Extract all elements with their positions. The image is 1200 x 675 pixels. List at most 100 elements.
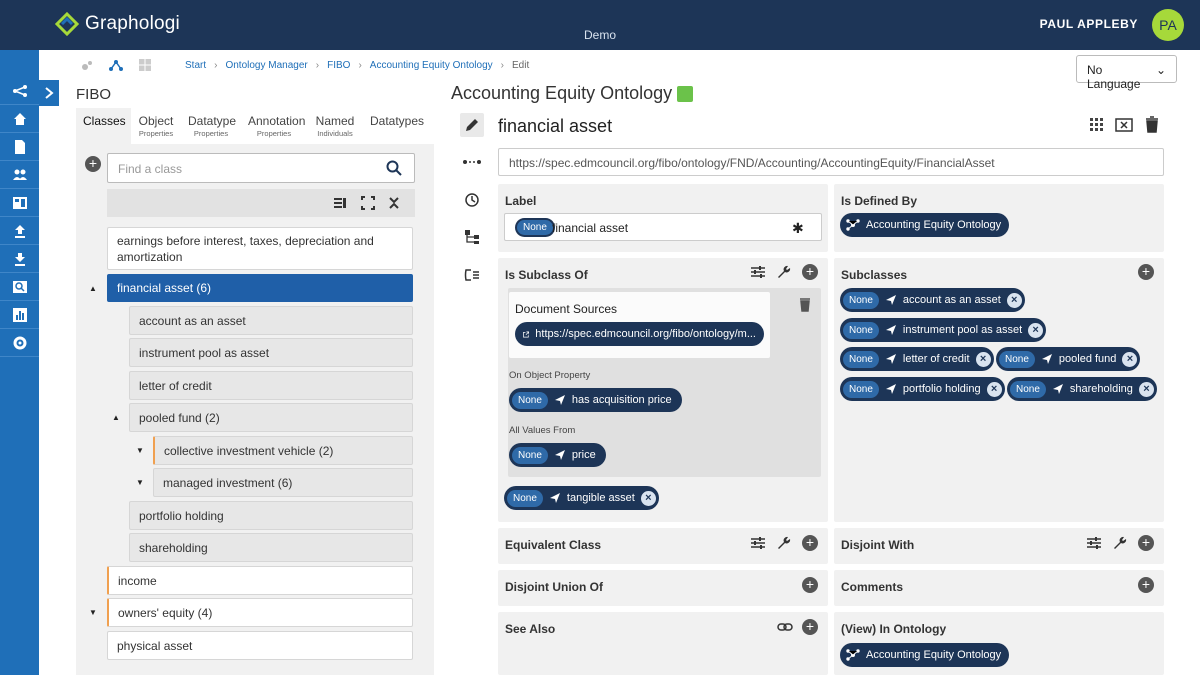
wrench-icon[interactable]	[775, 535, 791, 551]
breadcrumb-accounting-equity-ontology[interactable]: Accounting Equity Ontology	[370, 60, 493, 71]
user-name[interactable]: PAUL APPLEBY	[1040, 17, 1138, 31]
remove-icon[interactable]: ×	[640, 490, 656, 506]
tree-node-selected[interactable]: financial asset (6)	[107, 274, 413, 302]
iri-field[interactable]: https://spec.edmcouncil.org/fibo/ontolog…	[498, 148, 1164, 176]
defined-by-chip[interactable]: Accounting Equity Ontology	[840, 213, 1010, 237]
remove-icon[interactable]: ×	[1028, 322, 1044, 338]
ontology-icon	[846, 649, 860, 661]
list-icon[interactable]	[333, 196, 347, 215]
breadcrumb-start[interactable]: Start	[185, 60, 206, 71]
tree-node[interactable]: letter of credit	[129, 371, 413, 400]
subclass-chip[interactable]: None shareholding ×	[1007, 377, 1157, 401]
delete-icon[interactable]	[797, 296, 813, 312]
tab-classes[interactable]: Classes	[76, 108, 131, 144]
breadcrumb-ontology-manager[interactable]: Ontology Manager	[225, 60, 307, 71]
superclass-chip[interactable]: None tangible asset ×	[504, 486, 659, 510]
add-class-button[interactable]: +	[85, 156, 101, 172]
add-subclass-of-button[interactable]: +	[802, 264, 818, 280]
status-icon[interactable]	[677, 86, 693, 102]
tab-object-properties[interactable]: Object Properties	[131, 108, 181, 144]
tree-node[interactable]: physical asset	[107, 631, 413, 660]
delete-icon[interactable]	[1143, 116, 1161, 134]
doc-source-link[interactable]: https://spec.edmcouncil.org/fibo/ontolog…	[515, 322, 764, 346]
ontology-graph-icon[interactable]	[0, 78, 39, 105]
arrow-icon	[1052, 384, 1063, 394]
avatar[interactable]: PA	[1152, 9, 1184, 41]
close-editor-icon[interactable]	[1115, 116, 1133, 134]
hierarchy-icon[interactable]	[460, 225, 484, 249]
caret-down-icon[interactable]: ▼	[136, 446, 144, 455]
tree-node[interactable]: income	[107, 566, 413, 595]
search-input[interactable]: Find a class	[107, 153, 415, 183]
download-icon[interactable]	[0, 246, 39, 273]
subclass-chip[interactable]: None pooled fund ×	[996, 347, 1141, 371]
edit-icon[interactable]	[460, 113, 484, 137]
tab-datatype-properties[interactable]: Datatype Properties	[181, 108, 241, 144]
tree-node[interactable]: collective investment vehicle (2)	[153, 436, 413, 465]
tree-node[interactable]: account as an asset	[129, 306, 413, 335]
add-subclass-button[interactable]: +	[1138, 264, 1154, 280]
search-icon[interactable]	[386, 160, 402, 176]
connections-icon[interactable]	[460, 150, 484, 174]
filter-icon[interactable]	[750, 535, 766, 551]
property-chip[interactable]: None has acquisition price	[509, 388, 682, 412]
dashboard-icon[interactable]	[0, 190, 39, 217]
subclass-chip[interactable]: None letter of credit ×	[840, 347, 994, 371]
collapse-icon[interactable]	[388, 196, 400, 215]
search-icon[interactable]	[0, 274, 39, 301]
in-ontology-chip[interactable]: Accounting Equity Ontology	[840, 643, 1010, 667]
graph-view-icon[interactable]	[109, 58, 123, 72]
tree-node[interactable]: pooled fund (2)	[129, 403, 413, 432]
remove-icon[interactable]: ×	[986, 381, 1002, 397]
caret-down-icon[interactable]: ▼	[89, 608, 97, 617]
comments-panel: Comments	[834, 570, 1164, 606]
subclass-chip[interactable]: None instrument pool as asset ×	[840, 318, 1047, 342]
upload-icon[interactable]	[0, 218, 39, 245]
subclass-chip[interactable]: None account as an asset ×	[840, 288, 1025, 312]
add-disjoint-button[interactable]: +	[1138, 535, 1154, 551]
link-icon[interactable]	[777, 619, 793, 635]
history-icon[interactable]	[460, 188, 484, 212]
users-icon[interactable]	[0, 162, 39, 189]
tree-node[interactable]: portfolio holding	[129, 501, 413, 530]
document-icon[interactable]	[0, 134, 39, 161]
language-chip[interactable]: None	[515, 218, 555, 237]
wrench-icon[interactable]	[1111, 535, 1127, 551]
remove-icon[interactable]: ×	[975, 351, 991, 367]
filter-icon[interactable]	[750, 264, 766, 280]
tab-named-individuals[interactable]: Named Individuals	[307, 108, 363, 144]
add-disjoint-union-button[interactable]: +	[802, 577, 818, 593]
add-equivalent-button[interactable]: +	[802, 535, 818, 551]
see-also-title: See Also	[505, 622, 556, 636]
home-icon[interactable]	[0, 106, 39, 133]
subclass-chip[interactable]: None portfolio holding ×	[840, 377, 1005, 401]
tree-node[interactable]: shareholding	[129, 533, 413, 562]
tree-node[interactable]: earnings before interest, taxes, depreci…	[107, 227, 413, 270]
breadcrumb-fibo[interactable]: FIBO	[327, 60, 350, 71]
caret-up-icon[interactable]: ▲	[112, 413, 120, 422]
tree-node[interactable]: owners' equity (4)	[107, 598, 413, 627]
language-select[interactable]: No Language ⌄	[1076, 55, 1177, 91]
expand-icon[interactable]	[361, 196, 375, 215]
value-chip[interactable]: None price	[509, 443, 606, 467]
add-see-also-button[interactable]: +	[802, 619, 818, 635]
remove-icon[interactable]: ×	[1122, 351, 1138, 367]
settings-icon[interactable]	[0, 330, 39, 357]
caret-up-icon[interactable]: ▲	[89, 284, 97, 293]
subclass-icon[interactable]	[460, 263, 484, 287]
chart-icon[interactable]	[0, 302, 39, 329]
tree-node[interactable]: managed investment (6)	[153, 468, 413, 497]
tab-annotation-properties[interactable]: Annotation Properties	[241, 108, 307, 144]
bubbles-icon[interactable]	[80, 58, 94, 72]
add-comment-button[interactable]: +	[1138, 577, 1154, 593]
tree-node[interactable]: instrument pool as asset	[129, 338, 413, 367]
tab-datatypes[interactable]: Datatypes	[363, 108, 428, 144]
expand-panel-button[interactable]	[39, 80, 59, 106]
grid-icon[interactable]	[1088, 116, 1106, 134]
remove-icon[interactable]: ×	[1006, 292, 1022, 308]
remove-icon[interactable]: ×	[1138, 381, 1154, 397]
caret-down-icon[interactable]: ▼	[136, 478, 144, 487]
filter-icon[interactable]	[1086, 535, 1102, 551]
table-view-icon[interactable]	[138, 58, 152, 72]
wrench-icon[interactable]	[775, 264, 791, 280]
